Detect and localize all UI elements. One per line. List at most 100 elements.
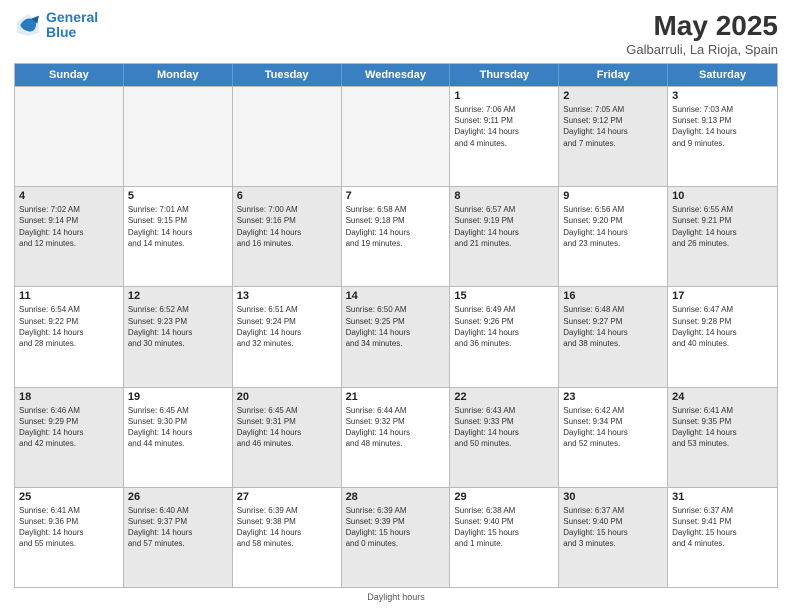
cell-info: Sunrise: 6:56 AM Sunset: 9:20 PM Dayligh… [563, 204, 663, 249]
header: General Blue May 2025 Galbarruli, La Rio… [14, 10, 778, 57]
calendar-cell-day-10: 10Sunrise: 6:55 AM Sunset: 9:21 PM Dayli… [668, 187, 777, 286]
logo-line1: General [46, 9, 98, 25]
cell-info: Sunrise: 6:37 AM Sunset: 9:41 PM Dayligh… [672, 505, 773, 550]
calendar-cell-day-27: 27 Sunrise: 6:39 AM Sunset: 9:38 PM Dayli… [233, 488, 342, 587]
cell-info: Sunrise: 6:47 AM Sunset: 9:28 PM Dayligh… [672, 304, 773, 349]
calendar-cell-day-5: 5 Sunrise: 7:01 AM Sunset: 9:15 PM Daylig… [124, 187, 233, 286]
calendar-cell-empty [124, 87, 233, 186]
calendar-cell-day-19: 19Sunrise: 6:45 AM Sunset: 9:30 PM Dayli… [124, 388, 233, 487]
logo-text: General Blue [46, 10, 98, 41]
cell-info: Sunrise: 6:44 AM Sunset: 9:32 PM Dayligh… [346, 405, 446, 450]
cell-info: Sunrise: 6:49 AM Sunset: 9:26 PM Dayligh… [454, 304, 554, 349]
cell-info: Sunrise: 7:00 AM Sunset: 9:16 PM Dayligh… [237, 204, 337, 249]
calendar-cell-day-20: 20 Sunrise: 6:45 AM Sunset: 9:31 PM Dayli… [233, 388, 342, 487]
cell-info: Sunrise: 6:39 AM Sunset: 9:38 PM Dayligh… [237, 505, 337, 550]
cell-info: Sunrise: 6:40 AM Sunset: 9:37 PM Dayligh… [128, 505, 228, 550]
calendar-cell-day-25: 25Sunrise: 6:41 AM Sunset: 9:36 PM Dayli… [15, 488, 124, 587]
cell-info: Sunrise: 6:55 AM Sunset: 9:21 PM Dayligh… [672, 204, 773, 249]
day-number: 27 [237, 491, 337, 503]
cell-info: Sunrise: 7:02 AM Sunset: 9:14 PM Dayligh… [19, 204, 119, 249]
header-day-monday: Monday [124, 64, 233, 86]
calendar-cell-day-26: 26Sunrise: 6:40 AM Sunset: 9:37 PM Dayli… [124, 488, 233, 587]
calendar-cell-day-6: 6Sunrise: 7:00 AM Sunset: 9:16 PM Daylig… [233, 187, 342, 286]
header-day-saturday: Saturday [668, 64, 777, 86]
header-day-thursday: Thursday [450, 64, 559, 86]
calendar-cell-day-13: 13Sunrise: 6:51 AM Sunset: 9:24 PM Dayli… [233, 287, 342, 386]
header-day-sunday: Sunday [15, 64, 124, 86]
calendar: SundayMondayTuesdayWednesdayThursdayFrid… [14, 63, 778, 588]
calendar-cell-day-15: 15Sunrise: 6:49 AM Sunset: 9:26 PM Dayli… [450, 287, 559, 386]
calendar-cell-day-8: 8 Sunrise: 6:57 AM Sunset: 9:19 PM Daylig… [450, 187, 559, 286]
calendar-row-3: 18 Sunrise: 6:46 AM Sunset: 9:29 PM Dayli… [15, 387, 777, 487]
day-number: 8 [454, 190, 554, 202]
page: General Blue May 2025 Galbarruli, La Rio… [0, 0, 792, 612]
cell-info: Sunrise: 7:01 AM Sunset: 9:15 PM Dayligh… [128, 204, 228, 249]
cell-info: Sunrise: 7:06 AM Sunset: 9:11 PM Dayligh… [454, 104, 554, 149]
cell-info: Sunrise: 6:57 AM Sunset: 9:19 PM Dayligh… [454, 204, 554, 249]
calendar-cell-day-4: 4 Sunrise: 7:02 AM Sunset: 9:14 PM Daylig… [15, 187, 124, 286]
day-number: 1 [454, 90, 554, 102]
cell-info: Sunrise: 6:58 AM Sunset: 9:18 PM Dayligh… [346, 204, 446, 249]
day-number: 5 [128, 190, 228, 202]
cell-info: Sunrise: 6:54 AM Sunset: 9:22 PM Dayligh… [19, 304, 119, 349]
calendar-row-0: 1 Sunrise: 7:06 AM Sunset: 9:11 PM Daylig… [15, 86, 777, 186]
title-block: May 2025 Galbarruli, La Rioja, Spain [626, 10, 778, 57]
calendar-cell-day-17: 17 Sunrise: 6:47 AM Sunset: 9:28 PM Dayli… [668, 287, 777, 386]
header-day-tuesday: Tuesday [233, 64, 342, 86]
calendar-row-2: 11 Sunrise: 6:54 AM Sunset: 9:22 PM Dayli… [15, 286, 777, 386]
calendar-cell-day-14: 14Sunrise: 6:50 AM Sunset: 9:25 PM Dayli… [342, 287, 451, 386]
calendar-cell-empty [342, 87, 451, 186]
day-number: 24 [672, 391, 773, 403]
calendar-cell-day-31: 31Sunrise: 6:37 AM Sunset: 9:41 PM Dayli… [668, 488, 777, 587]
day-number: 20 [237, 391, 337, 403]
day-number: 28 [346, 491, 446, 503]
day-number: 23 [563, 391, 663, 403]
cell-info: Sunrise: 6:50 AM Sunset: 9:25 PM Dayligh… [346, 304, 446, 349]
logo-icon [14, 11, 42, 39]
calendar-cell-day-9: 9Sunrise: 6:56 AM Sunset: 9:20 PM Daylig… [559, 187, 668, 286]
logo-line2: Blue [46, 24, 76, 40]
day-number: 2 [563, 90, 663, 102]
day-number: 3 [672, 90, 773, 102]
calendar-cell-empty [233, 87, 342, 186]
day-number: 29 [454, 491, 554, 503]
calendar-body: 1 Sunrise: 7:06 AM Sunset: 9:11 PM Daylig… [15, 86, 777, 587]
cell-info: Sunrise: 6:46 AM Sunset: 9:29 PM Dayligh… [19, 405, 119, 450]
day-number: 4 [19, 190, 119, 202]
day-number: 11 [19, 290, 119, 302]
month-title: May 2025 [626, 10, 778, 42]
cell-info: Sunrise: 7:05 AM Sunset: 9:12 PM Dayligh… [563, 104, 663, 149]
day-number: 19 [128, 391, 228, 403]
cell-info: Sunrise: 6:38 AM Sunset: 9:40 PM Dayligh… [454, 505, 554, 550]
day-number: 30 [563, 491, 663, 503]
calendar-cell-day-28: 28 Sunrise: 6:39 AM Sunset: 9:39 PM Dayli… [342, 488, 451, 587]
day-number: 18 [19, 391, 119, 403]
cell-info: Sunrise: 6:41 AM Sunset: 9:36 PM Dayligh… [19, 505, 119, 550]
calendar-cell-day-23: 23 Sunrise: 6:42 AM Sunset: 9:34 PM Dayli… [559, 388, 668, 487]
footer-text: Daylight hours [14, 592, 778, 602]
calendar-row-4: 25Sunrise: 6:41 AM Sunset: 9:36 PM Dayli… [15, 487, 777, 587]
logo: General Blue [14, 10, 98, 41]
cell-info: Sunrise: 6:42 AM Sunset: 9:34 PM Dayligh… [563, 405, 663, 450]
calendar-cell-day-12: 12Sunrise: 6:52 AM Sunset: 9:23 PM Dayli… [124, 287, 233, 386]
calendar-cell-day-24: 24 Sunrise: 6:41 AM Sunset: 9:35 PM Dayli… [668, 388, 777, 487]
cell-info: Sunrise: 6:45 AM Sunset: 9:31 PM Dayligh… [237, 405, 337, 450]
calendar-cell-day-3: 3Sunrise: 7:03 AM Sunset: 9:13 PM Daylig… [668, 87, 777, 186]
calendar-cell-day-22: 22Sunrise: 6:43 AM Sunset: 9:33 PM Dayli… [450, 388, 559, 487]
cell-info: Sunrise: 6:37 AM Sunset: 9:40 PM Dayligh… [563, 505, 663, 550]
cell-info: Sunrise: 6:39 AM Sunset: 9:39 PM Dayligh… [346, 505, 446, 550]
day-number: 13 [237, 290, 337, 302]
cell-info: Sunrise: 6:41 AM Sunset: 9:35 PM Dayligh… [672, 405, 773, 450]
cell-info: Sunrise: 6:43 AM Sunset: 9:33 PM Dayligh… [454, 405, 554, 450]
day-number: 16 [563, 290, 663, 302]
calendar-cell-day-18: 18 Sunrise: 6:46 AM Sunset: 9:29 PM Dayli… [15, 388, 124, 487]
cell-info: Sunrise: 6:52 AM Sunset: 9:23 PM Dayligh… [128, 304, 228, 349]
calendar-cell-day-7: 7Sunrise: 6:58 AM Sunset: 9:18 PM Daylig… [342, 187, 451, 286]
calendar-cell-day-30: 30 Sunrise: 6:37 AM Sunset: 9:40 PM Dayli… [559, 488, 668, 587]
day-number: 17 [672, 290, 773, 302]
calendar-cell-empty [15, 87, 124, 186]
calendar-header: SundayMondayTuesdayWednesdayThursdayFrid… [15, 64, 777, 86]
header-day-wednesday: Wednesday [342, 64, 451, 86]
calendar-cell-day-16: 16Sunrise: 6:48 AM Sunset: 9:27 PM Dayli… [559, 287, 668, 386]
location-subtitle: Galbarruli, La Rioja, Spain [626, 42, 778, 57]
